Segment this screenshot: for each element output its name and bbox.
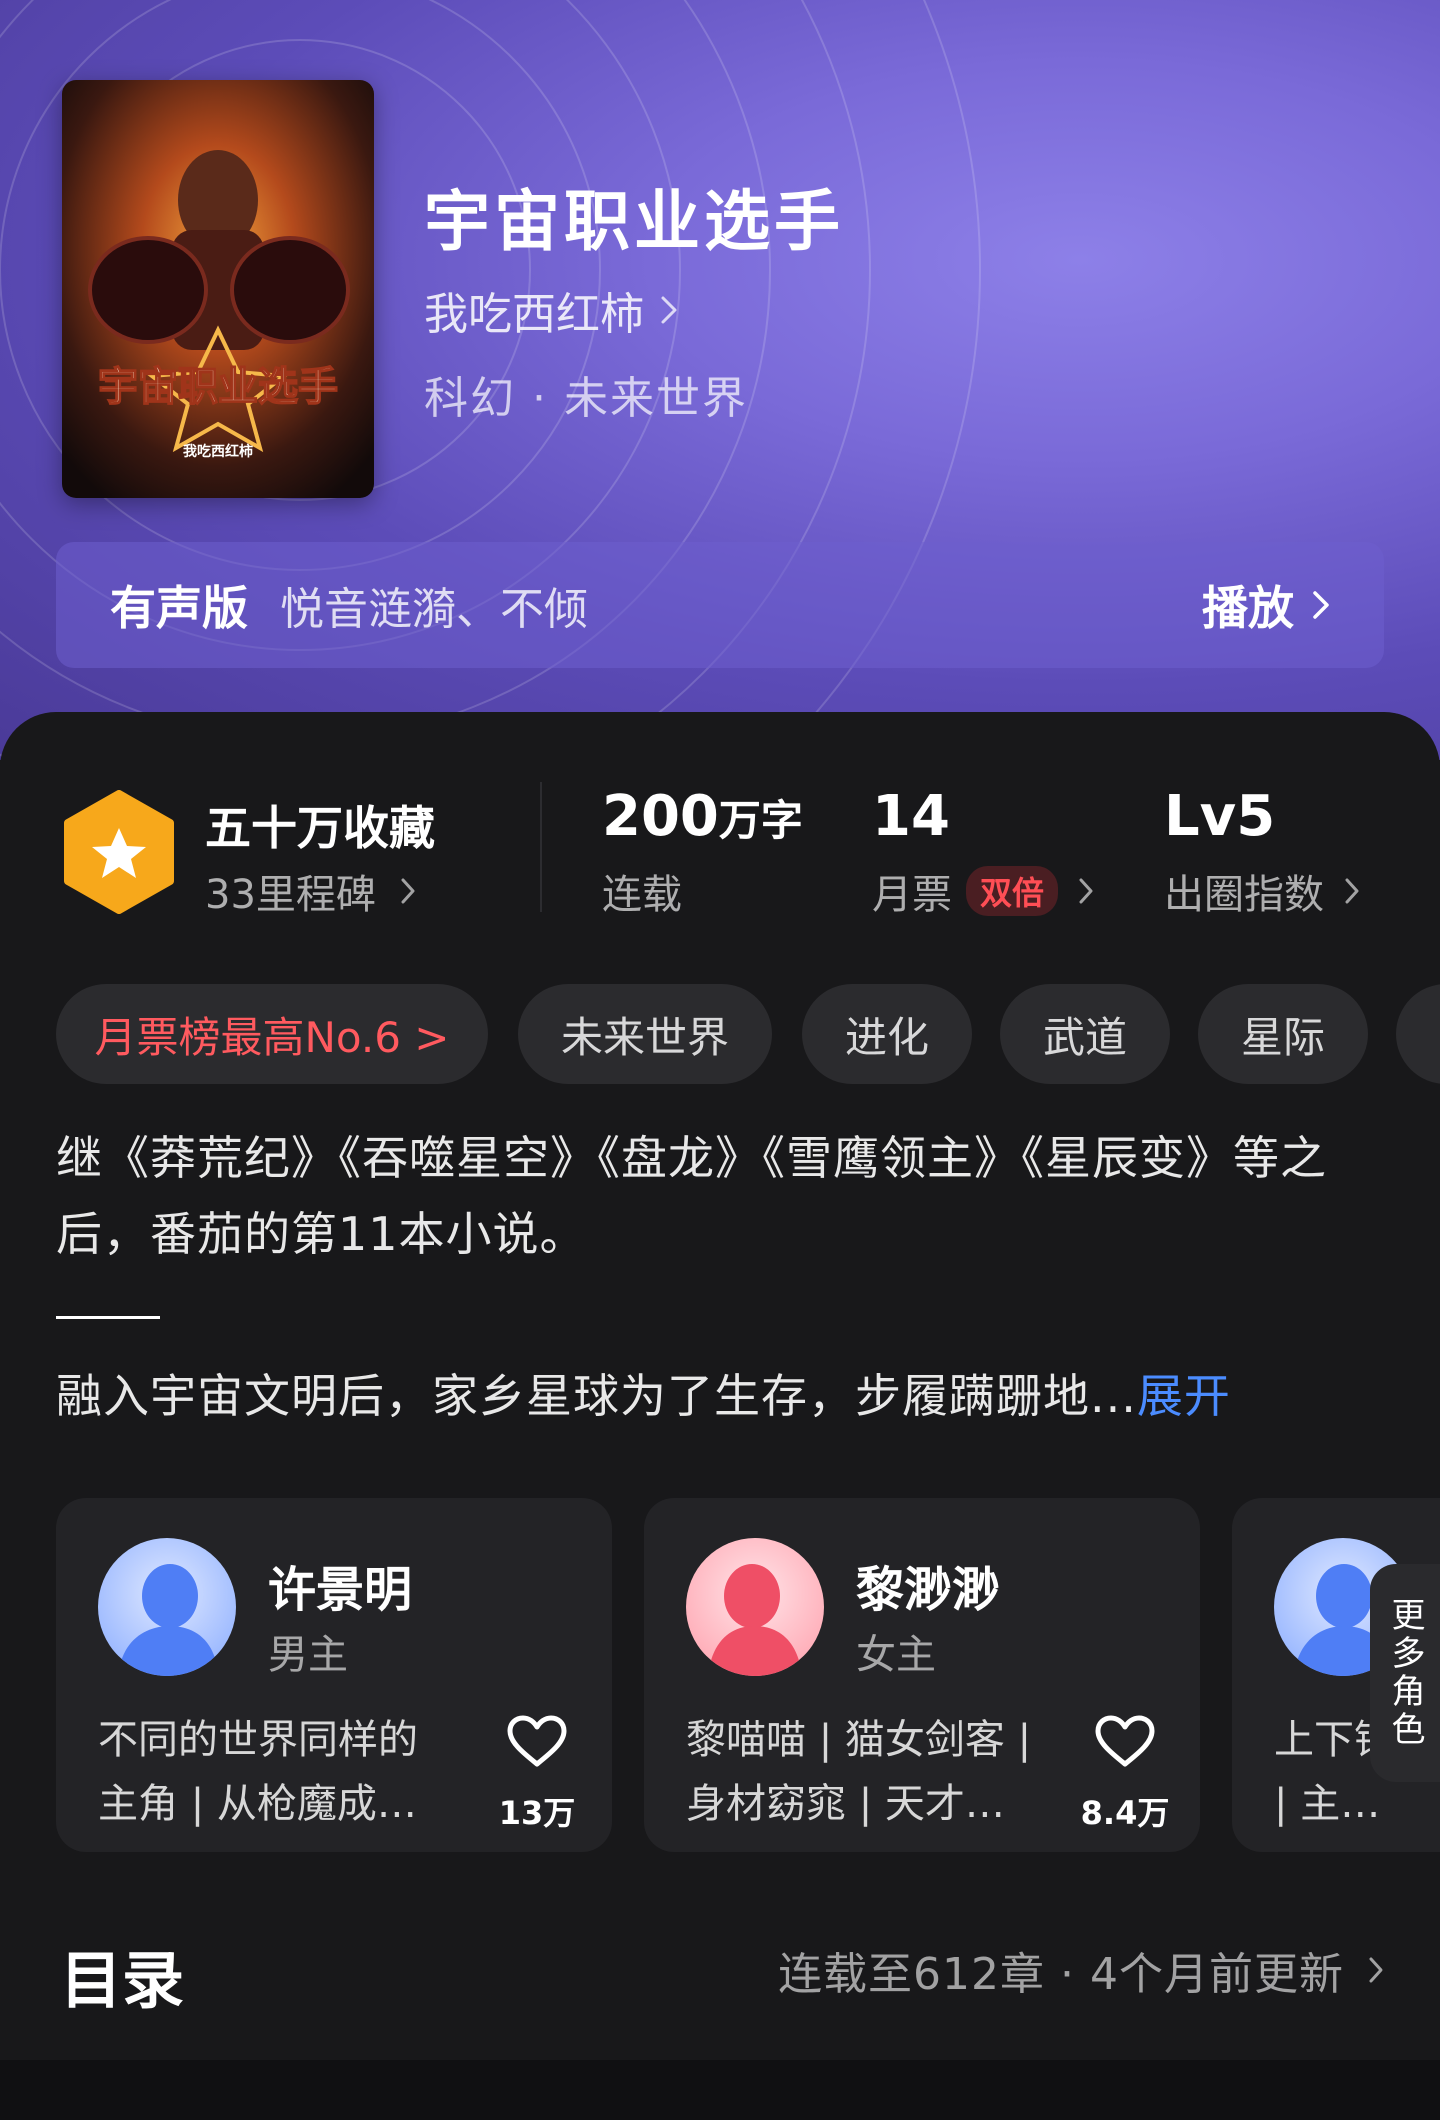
tag-chip-partial[interactable] <box>1396 984 1440 1084</box>
author-link[interactable]: 我吃西红柿 <box>424 278 678 342</box>
stat-divider <box>540 782 542 912</box>
toc-title: 目录 <box>60 1944 185 2017</box>
serial-status: 连载 <box>602 872 682 918</box>
double-badge: 双倍 <box>966 866 1059 916</box>
tag-row: 月票榜最高No.6 > 未来世界 进化 武道 星际 <box>56 984 1440 1084</box>
character-name: 许景明 <box>268 1562 413 1618</box>
character-role: 男主 <box>268 1632 348 1678</box>
more-roles-button[interactable]: 更多角色 <box>1370 1564 1440 1782</box>
genre-label: 科幻 · 未来世界 <box>424 373 748 424</box>
play-button[interactable]: 播放 <box>1202 572 1330 638</box>
heart-icon[interactable] <box>506 1714 568 1770</box>
book-title: 宇宙职业选手 <box>424 183 844 260</box>
level-value: Lv5 <box>1164 784 1276 849</box>
bottom-separator <box>0 2060 1440 2120</box>
play-label: 播放 <box>1202 581 1294 635</box>
cover-title-text: 宇宙职业选手 <box>98 364 338 410</box>
chevron-right-icon <box>401 878 415 904</box>
monthly-votes-label: 月票 <box>872 872 952 918</box>
character-carousel[interactable]: 许景明 男主 不同的世界同样的主角 | 从枪魔成… 13万 黎渺渺 女主 黎喵喵… <box>0 1498 1440 1852</box>
character-description: 黎喵喵 | 猫女剑客 | 身材窈窕 | 天才… <box>686 1717 1032 1827</box>
tag-chip[interactable]: 武道 <box>1000 984 1170 1084</box>
chevron-right-icon <box>1313 591 1329 619</box>
character-card[interactable]: 黎渺渺 女主 黎喵喵 | 猫女剑客 | 身材窈窕 | 天才… 8.4万 <box>644 1498 1200 1852</box>
milestones-link[interactable]: 33里程碑 <box>205 862 416 920</box>
chevron-right-icon <box>1079 878 1093 904</box>
book-intro: 继《莽荒纪》《吞噬星空》《盘龙》《雪鹰领主》《星辰变》等之后，番茄的第11本小说… <box>56 1131 1327 1261</box>
chevron-right-icon <box>1369 1957 1383 1983</box>
synopsis-text: 融入宇宙文明后，家乡星球为了生存，步履蹒跚地... <box>56 1369 1137 1423</box>
author-name: 我吃西红柿 <box>424 289 644 340</box>
milestones-label: 33里程碑 <box>205 872 376 918</box>
tag-chip[interactable]: 进化 <box>802 984 972 1084</box>
chevron-right-icon <box>1345 878 1359 904</box>
character-avatar <box>686 1538 824 1676</box>
character-avatar <box>98 1538 236 1676</box>
character-likes: 13万 <box>498 1794 576 1832</box>
tag-chip[interactable]: 星际 <box>1198 984 1368 1084</box>
divider <box>56 1316 160 1319</box>
expand-link[interactable]: 展开 <box>1137 1369 1231 1423</box>
monthly-votes-count: 14 <box>872 784 950 849</box>
character-likes: 8.4万 <box>1080 1794 1170 1832</box>
character-card[interactable]: 许景明 男主 不同的世界同样的主角 | 从枪魔成… 13万 <box>56 1498 612 1852</box>
word-count: 200万字 <box>602 784 803 849</box>
level-label: 出圈指数 <box>1164 872 1324 918</box>
monthly-votes-link[interactable]: 月票 双倍 <box>872 862 1094 920</box>
toc-link[interactable]: 连载至612章 · 4个月前更新 <box>778 1938 1384 2002</box>
cover-author-text: 我吃西红柿 <box>183 443 253 460</box>
book-cover[interactable]: 宇宙职业选手 我吃西红柿 <box>62 80 374 498</box>
favorites-count: 五十万收藏 <box>205 801 435 855</box>
character-role: 女主 <box>856 1632 936 1678</box>
book-synopsis: 融入宇宙文明后，家乡星球为了生存，步履蹒跚地...展开 <box>56 1358 1406 1434</box>
rank-tag[interactable]: 月票榜最高No.6 > <box>56 984 488 1084</box>
book-header: 宇宙职业选手 我吃西红柿 宇宙职业选手 我吃西红柿 科幻 · 未来世界 有声版 … <box>0 0 1440 760</box>
toc-update-info: 连载至612章 · 4个月前更新 <box>778 1949 1344 2000</box>
audio-narrators: 悦音涟漪、不倾 <box>280 584 588 635</box>
character-name: 黎渺渺 <box>856 1562 1001 1618</box>
level-link[interactable]: 出圈指数 <box>1164 862 1360 920</box>
stats-row: 五十万收藏 33里程碑 200万字 连载 14 月票 双倍 Lv5 出圈指数 <box>0 712 1440 942</box>
character-description: 不同的世界同样的主角 | 从枪魔成… <box>98 1717 418 1827</box>
audio-version-bar[interactable]: 有声版 悦音涟漪、不倾 播放 <box>56 542 1384 668</box>
book-detail-panel: 五十万收藏 33里程碑 200万字 连载 14 月票 双倍 Lv5 出圈指数 月… <box>0 712 1440 2120</box>
audio-label: 有声版 <box>110 581 248 635</box>
tag-chip[interactable]: 未来世界 <box>518 984 772 1084</box>
star-badge-icon <box>64 790 174 914</box>
chevron-right-icon <box>661 296 677 324</box>
heart-icon[interactable] <box>1094 1714 1156 1770</box>
